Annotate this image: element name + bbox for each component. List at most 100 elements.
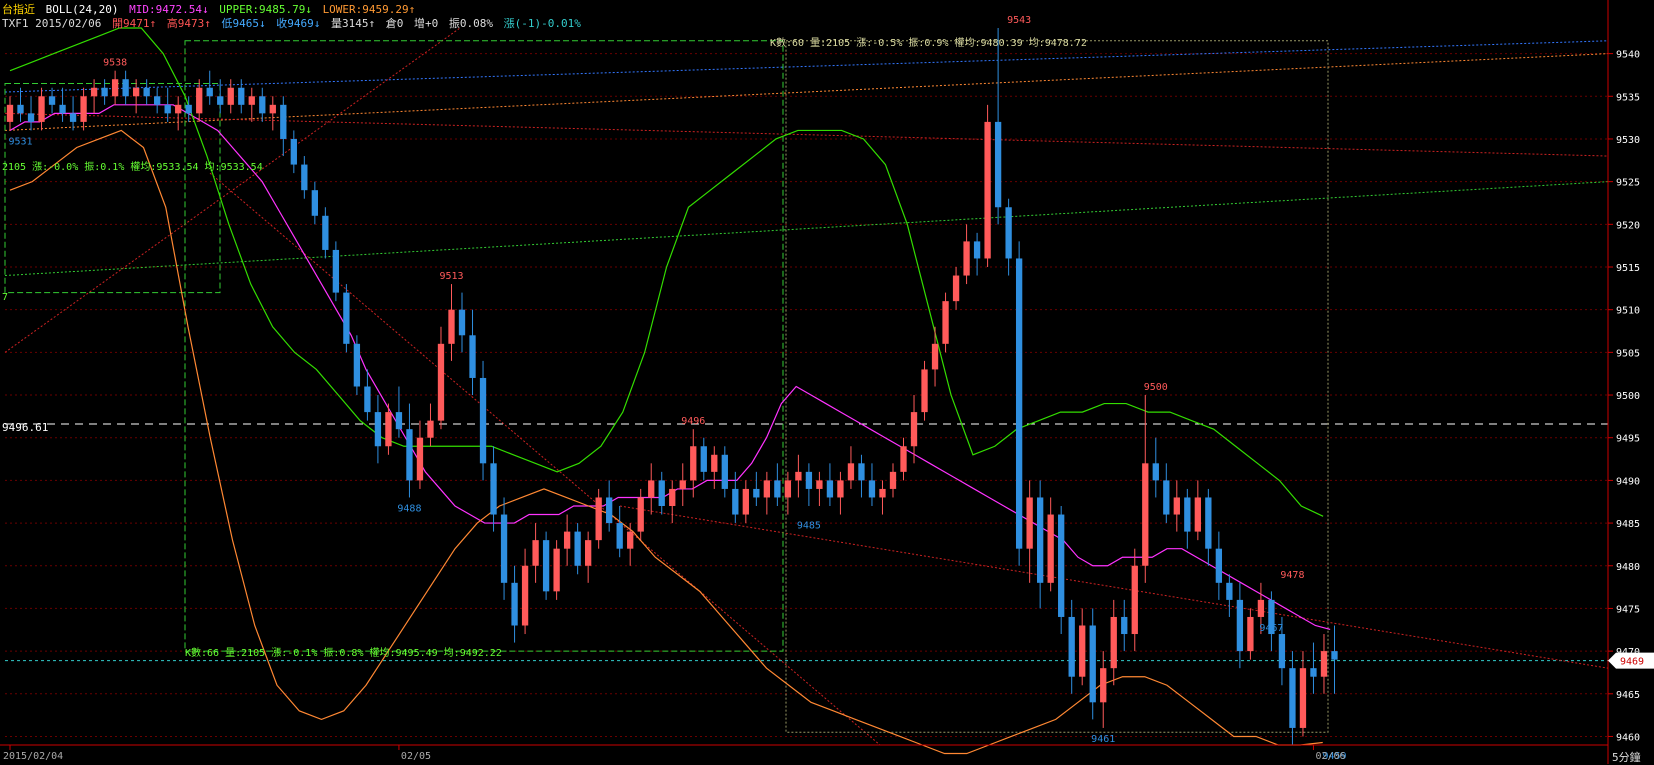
candle[interactable]: [973, 232, 981, 276]
candle[interactable]: [1068, 599, 1075, 694]
candle[interactable]: [795, 454, 802, 498]
candle[interactable]: [1268, 591, 1275, 652]
candle[interactable]: [532, 523, 539, 583]
candle[interactable]: [1142, 395, 1149, 583]
candle[interactable]: [164, 87, 171, 122]
candle[interactable]: [48, 87, 56, 114]
candle[interactable]: [111, 70, 119, 105]
candle[interactable]: [259, 87, 266, 122]
candle[interactable]: [343, 284, 350, 353]
candle[interactable]: [1110, 599, 1117, 686]
candle[interactable]: [122, 70, 129, 105]
candle[interactable]: [1331, 625, 1338, 694]
candle[interactable]: [942, 292, 949, 353]
candle[interactable]: [1058, 506, 1065, 635]
candle[interactable]: [269, 96, 276, 131]
candle[interactable]: [669, 480, 676, 524]
candle[interactable]: [238, 79, 245, 114]
candle[interactable]: [27, 96, 35, 131]
candle[interactable]: [1026, 480, 1033, 583]
candle[interactable]: [90, 79, 98, 114]
candle[interactable]: [353, 335, 361, 396]
candle[interactable]: [584, 531, 592, 583]
candle[interactable]: [868, 463, 876, 506]
candle[interactable]: [1121, 599, 1128, 652]
candle[interactable]: [1299, 651, 1307, 737]
candle[interactable]: [700, 437, 707, 481]
candle[interactable]: [59, 87, 66, 122]
candle[interactable]: [1100, 651, 1107, 728]
candle[interactable]: [490, 446, 497, 532]
candle[interactable]: [1152, 437, 1159, 498]
candle[interactable]: [648, 463, 655, 515]
candle[interactable]: [17, 87, 24, 122]
candle[interactable]: [332, 241, 340, 302]
candle[interactable]: [816, 471, 823, 506]
candle[interactable]: [1194, 480, 1201, 541]
candle[interactable]: [1173, 480, 1180, 532]
candle[interactable]: [1089, 608, 1096, 720]
candle[interactable]: [879, 480, 886, 515]
timeframe-label[interactable]: 5分鐘: [1612, 749, 1641, 765]
candle[interactable]: [217, 79, 224, 114]
candle[interactable]: [721, 446, 728, 498]
candle[interactable]: [416, 420, 424, 489]
candle[interactable]: [984, 104, 991, 267]
candle[interactable]: [742, 480, 749, 524]
candle[interactable]: [1079, 608, 1086, 686]
candle[interactable]: [469, 309, 476, 396]
candle[interactable]: [448, 284, 455, 361]
candles[interactable]: [6, 28, 1338, 745]
candle[interactable]: [1310, 642, 1317, 694]
candle[interactable]: [69, 96, 77, 131]
candle[interactable]: [301, 156, 308, 199]
candle[interactable]: [1184, 488, 1191, 549]
candle[interactable]: [132, 79, 140, 114]
candle[interactable]: [1131, 548, 1138, 652]
candle[interactable]: [1005, 198, 1012, 276]
candle[interactable]: [6, 96, 14, 131]
candle[interactable]: [858, 454, 865, 498]
candle[interactable]: [1226, 574, 1233, 617]
candle[interactable]: [963, 224, 970, 285]
candle[interactable]: [711, 446, 718, 489]
candle[interactable]: [374, 395, 382, 464]
candle[interactable]: [847, 446, 855, 489]
candle[interactable]: [364, 369, 371, 421]
candle[interactable]: [900, 437, 907, 481]
candle[interactable]: [290, 130, 297, 174]
candle[interactable]: [753, 471, 760, 506]
candle[interactable]: [542, 531, 550, 600]
candle[interactable]: [1015, 241, 1023, 566]
candle[interactable]: [1215, 531, 1223, 600]
candle[interactable]: [280, 96, 287, 157]
candle[interactable]: [616, 506, 623, 558]
candle[interactable]: [311, 181, 318, 225]
candle[interactable]: [952, 267, 960, 310]
candle[interactable]: [595, 488, 602, 549]
candle[interactable]: [574, 523, 581, 575]
candle[interactable]: [921, 360, 928, 421]
candle[interactable]: [1163, 463, 1170, 524]
candle[interactable]: [994, 28, 1002, 225]
candle[interactable]: [38, 87, 45, 131]
candle[interactable]: [1205, 488, 1212, 566]
candle[interactable]: [154, 87, 161, 114]
candle[interactable]: [606, 480, 613, 532]
candle[interactable]: [427, 403, 434, 447]
candle[interactable]: [511, 565, 518, 643]
candle[interactable]: [1289, 651, 1296, 745]
candle[interactable]: [80, 87, 87, 131]
candle[interactable]: [175, 96, 182, 131]
candle[interactable]: [437, 326, 445, 430]
candle[interactable]: [521, 548, 529, 635]
candle[interactable]: [1247, 608, 1254, 660]
candle[interactable]: [248, 87, 255, 122]
candle[interactable]: [889, 463, 897, 498]
candle[interactable]: [658, 471, 665, 515]
candle[interactable]: [774, 463, 781, 506]
candle[interactable]: [931, 326, 939, 387]
candle[interactable]: [1236, 582, 1244, 669]
candle[interactable]: [553, 540, 560, 600]
candle[interactable]: [206, 70, 213, 105]
